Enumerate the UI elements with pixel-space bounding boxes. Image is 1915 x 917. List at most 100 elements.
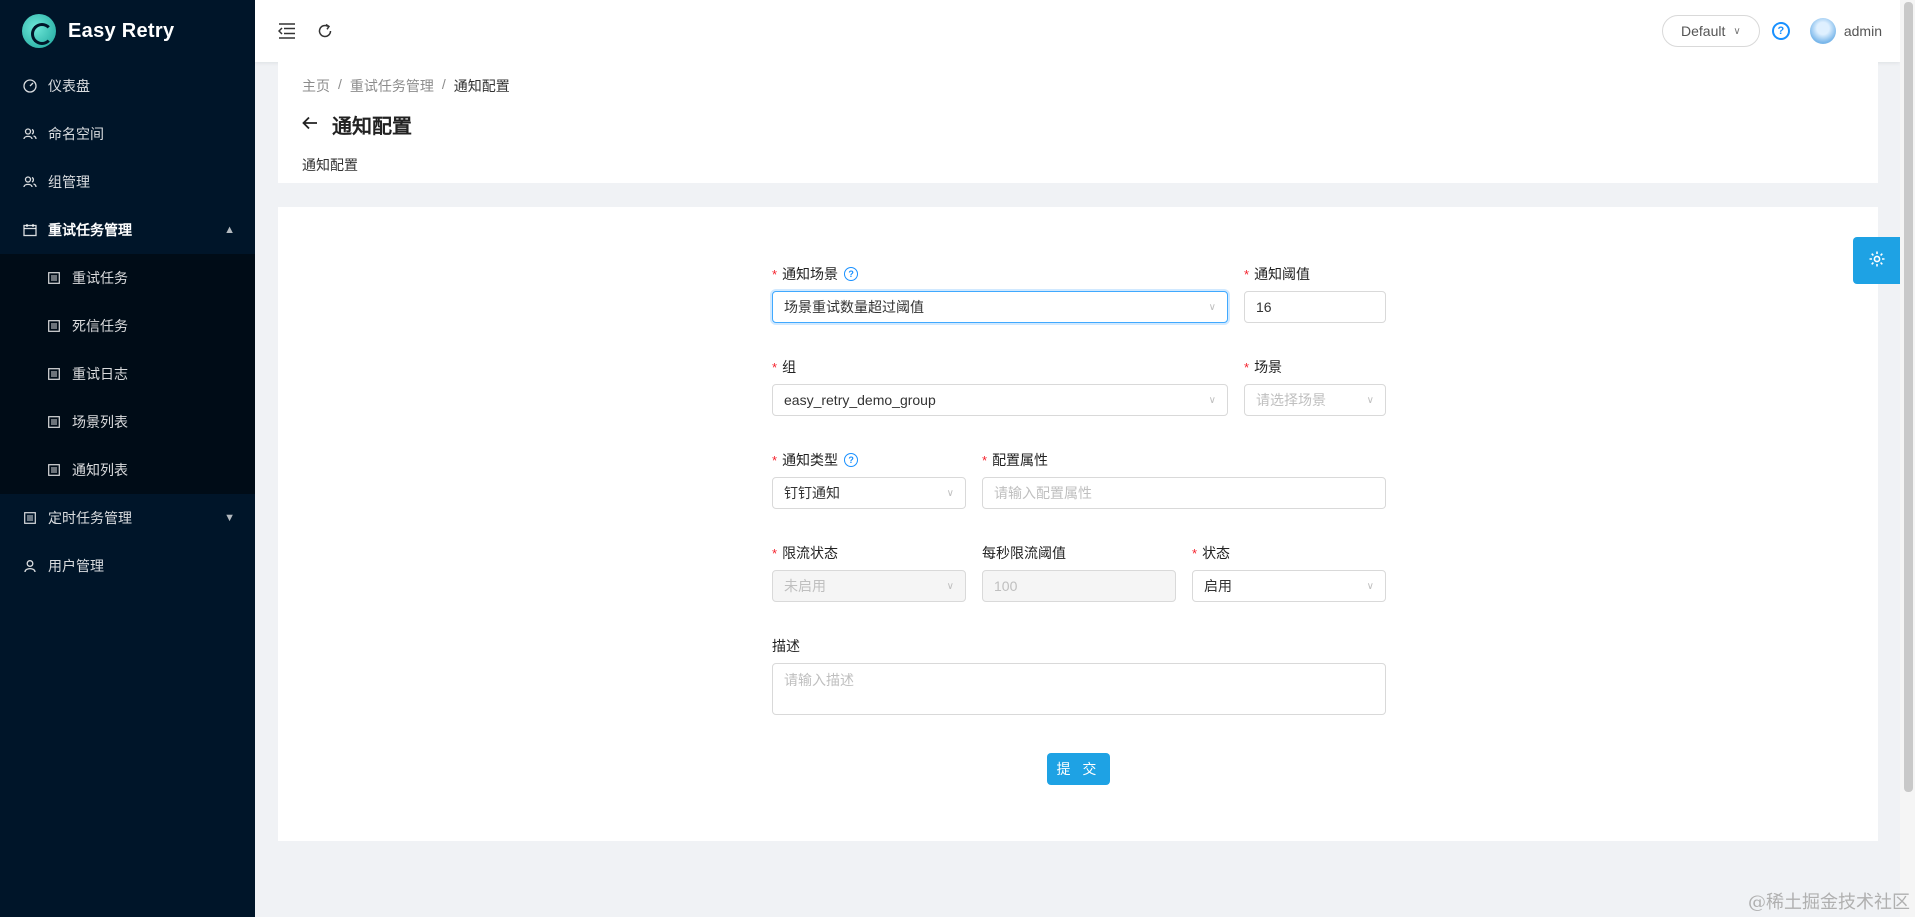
sidebar-item-retry-logs[interactable]: 重试日志 [0, 350, 255, 398]
scene-select[interactable]: 请选择场景 ∨ [1244, 384, 1386, 416]
dashboard-icon [22, 78, 38, 94]
chevron-down-icon: ∨ [946, 487, 954, 499]
notify-threshold-input[interactable]: 16 [1244, 291, 1386, 323]
rate-limit-status-value: 未启用 [784, 578, 826, 594]
rate-limit-per-sec-input: 100 [982, 570, 1176, 602]
sidebar-item-group[interactable]: 组管理 [0, 158, 255, 206]
file-icon [46, 318, 62, 334]
sidebar-item-label: 死信任务 [72, 318, 128, 334]
status-value: 启用 [1204, 578, 1232, 594]
sidebar-item-label: 重试任务 [72, 270, 128, 286]
calendar-icon [22, 222, 38, 238]
required-mark: * [1244, 359, 1250, 375]
namespace-value: Default [1681, 23, 1726, 39]
submit-button[interactable]: 提 交 [1047, 753, 1110, 785]
page-description: 通知配置 [302, 157, 358, 173]
help-icon[interactable]: ? [1771, 22, 1790, 40]
file-icon [46, 462, 62, 478]
notify-threshold-value: 16 [1256, 299, 1272, 315]
form-card: * 通知场景? 场景重试数量超过阈值 ∨ * 通知阈值 16 * 组 easy_ret… [278, 207, 1878, 841]
rate-limit-per-sec-field: 每秒限流阈值 100 [982, 543, 1176, 602]
question-icon[interactable]: ? [844, 267, 859, 281]
menu-fold-icon[interactable] [277, 21, 297, 41]
notify-scene-select[interactable]: 场景重试数量超过阈值 ∨ [772, 291, 1228, 323]
notify-type-label: 通知类型 [782, 452, 839, 468]
file-icon [46, 366, 62, 382]
scene-label: 场景 [1254, 359, 1283, 375]
breadcrumb-current: 通知配置 [453, 78, 510, 94]
settings-drawer-button[interactable] [1853, 237, 1900, 284]
watermark: @稀土掘金技术社区 [1748, 892, 1910, 913]
scrollbar-thumb[interactable] [1904, 2, 1913, 792]
namespace-select[interactable]: Default ∨ [1661, 15, 1760, 47]
file-icon [46, 414, 62, 430]
header-right: Default ∨ ? admin [1661, 15, 1882, 47]
required-mark: * [772, 452, 778, 468]
reload-icon[interactable] [315, 21, 335, 41]
status-select[interactable]: 启用 ∨ [1192, 570, 1386, 602]
required-mark: * [772, 545, 778, 561]
retry-submenu: 重试任务 死信任务 重试日志 场景列表 通知列表 [0, 254, 255, 494]
chevron-down-icon: ∨ [946, 580, 954, 592]
description-placeholder: 请输入描述 [784, 672, 854, 688]
status-label: 状态 [1202, 545, 1231, 561]
notify-threshold-label: 通知阈值 [1254, 266, 1311, 282]
chevron-down-icon: ∨ [1208, 301, 1216, 313]
scrollbar[interactable] [1900, 0, 1915, 917]
notify-scene-value: 场景重试数量超过阈值 [784, 299, 924, 315]
sidebar-item-user-management[interactable]: 用户管理 [0, 542, 255, 590]
title-row: 通知配置 [302, 110, 1878, 139]
breadcrumb-separator: / [338, 76, 342, 92]
scene-placeholder: 请选择场景 [1256, 392, 1326, 408]
sidebar-item-dead-letter-tasks[interactable]: 死信任务 [0, 302, 255, 350]
config-attr-placeholder: 请输入配置属性 [994, 485, 1092, 501]
required-mark: * [1244, 266, 1250, 282]
sidebar: Easy Retry 仪表盘 命名空间 组管理 重试任务管理 ▲ 重试任务 死信… [0, 0, 255, 917]
page-header: 主页 / 重试任务管理 / 通知配置 通知配置 通知配置 [278, 62, 1878, 183]
description-textarea[interactable]: 请输入描述 [772, 663, 1386, 715]
notify-threshold-field: * 通知阈值 16 [1244, 264, 1386, 323]
file-icon [46, 270, 62, 286]
sidebar-item-retry-task-management[interactable]: 重试任务管理 ▲ [0, 206, 255, 254]
config-attr-field: * 配置属性 请输入配置属性 [982, 450, 1386, 509]
breadcrumb-retry-task-management[interactable]: 重试任务管理 [350, 76, 434, 96]
group-select[interactable]: easy_retry_demo_group ∨ [772, 384, 1228, 416]
sidebar-item-retry-tasks[interactable]: 重试任务 [0, 254, 255, 302]
sidebar-item-label: 重试任务管理 [48, 222, 132, 238]
breadcrumb-separator: / [441, 76, 446, 92]
sidebar-item-dashboard[interactable]: 仪表盘 [0, 62, 255, 110]
chevron-down-icon: ∨ [1366, 580, 1374, 592]
sidebar-item-namespace[interactable]: 命名空间 [0, 110, 255, 158]
notify-scene-field: * 通知场景? 场景重试数量超过阈值 ∨ [772, 264, 1228, 323]
app-logo[interactable]: Easy Retry [0, 0, 255, 62]
question-icon[interactable]: ? [844, 453, 859, 467]
rate-limit-status-field: * 限流状态 未启用 ∨ [772, 543, 966, 602]
sidebar-item-label: 仪表盘 [48, 78, 90, 94]
sidebar-item-label: 命名空间 [48, 126, 104, 142]
chevron-down-icon: ∨ [1733, 25, 1741, 37]
sidebar-item-label: 重试日志 [72, 366, 128, 382]
group-field: * 组 easy_retry_demo_group ∨ [772, 357, 1228, 416]
breadcrumb-home[interactable]: 主页 [302, 76, 330, 96]
gear-icon [1868, 250, 1886, 271]
sidebar-item-scene-list[interactable]: 场景列表 [0, 398, 255, 446]
users-icon [22, 126, 38, 142]
notify-type-select[interactable]: 钉钉通知 ∨ [772, 477, 966, 509]
config-attr-input[interactable]: 请输入配置属性 [982, 477, 1386, 509]
chevron-down-icon: ∨ [1208, 394, 1216, 406]
logo-icon [22, 14, 56, 48]
sidebar-item-notify-list[interactable]: 通知列表 [0, 446, 255, 494]
file-icon [22, 510, 38, 526]
group-label: 组 [782, 359, 797, 375]
sidebar-item-label: 通知列表 [72, 462, 128, 478]
page-title: 通知配置 [332, 116, 412, 138]
chevron-up-icon: ▲ [224, 224, 235, 236]
username[interactable]: admin [1844, 23, 1882, 39]
status-field: * 状态 启用 ∨ [1192, 543, 1386, 602]
sidebar-item-scheduled-task-management[interactable]: 定时任务管理 ▼ [0, 494, 255, 542]
back-arrow-icon[interactable] [302, 113, 318, 136]
avatar[interactable] [1809, 18, 1836, 44]
scene-field: * 场景 请选择场景 ∨ [1244, 357, 1386, 416]
sidebar-item-label: 用户管理 [48, 558, 104, 574]
top-header: Default ∨ ? admin [255, 0, 1900, 62]
